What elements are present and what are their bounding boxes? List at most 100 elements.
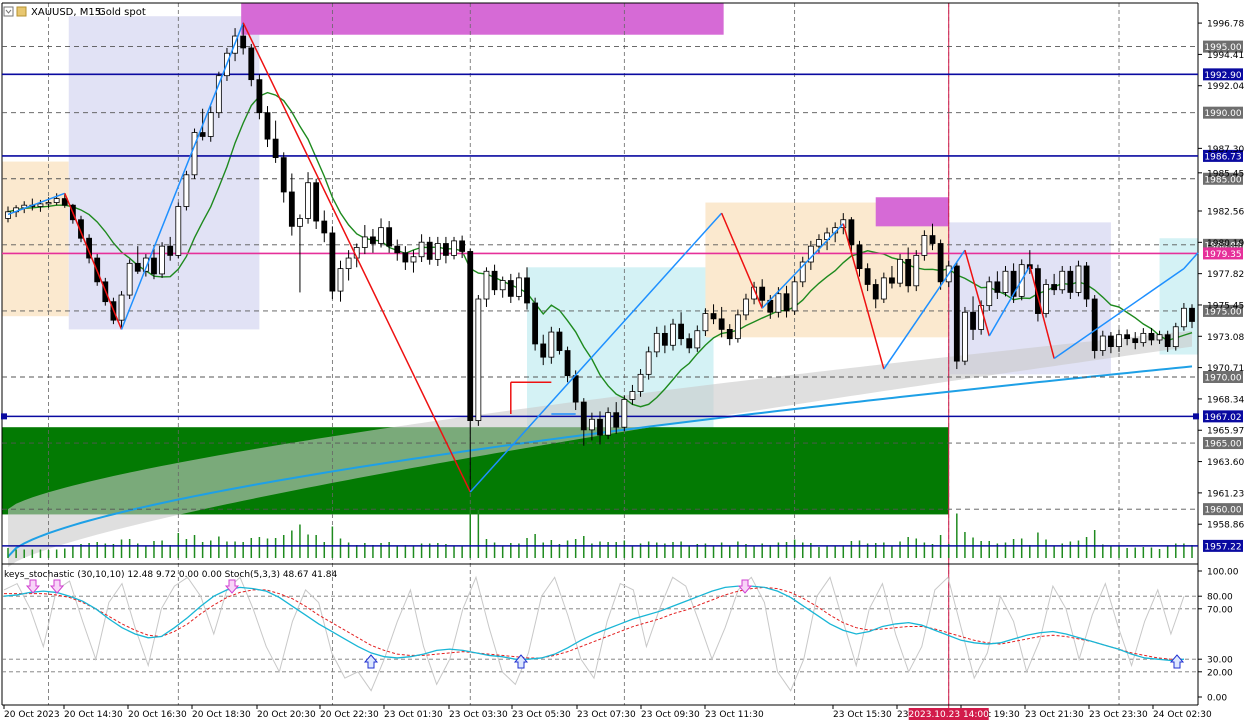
price-level-label: 1992.90 [1204, 71, 1241, 81]
candle-body-bull [775, 293, 782, 313]
candle[interactable] [621, 395, 628, 432]
candle-body-bull [1140, 332, 1147, 344]
price-level-label: 1960.00 [1204, 506, 1241, 516]
candle-body-bear [370, 236, 376, 244]
time-tick-label: 20 Oct 20:30 [257, 710, 316, 720]
candle-body-bull [645, 351, 652, 375]
candle-body-bull [45, 202, 52, 205]
candle[interactable] [329, 226, 336, 300]
candle-body-bear [556, 331, 563, 351]
candle-body-bull [548, 331, 555, 358]
candle[interactable] [248, 43, 255, 87]
candle[interactable] [986, 276, 993, 311]
candle-body-bear [572, 375, 579, 403]
candle-body-bear [402, 252, 409, 263]
candle[interactable] [191, 128, 198, 179]
time-tick-label: 23 Oct 09:30 [641, 710, 700, 720]
candle-body-bull [499, 280, 506, 291]
candle[interactable] [734, 309, 741, 343]
candle-body-bull [337, 268, 344, 292]
candle-body-bear [872, 284, 879, 300]
candle-body-bull [1180, 307, 1187, 328]
candle[interactable] [1172, 322, 1179, 351]
candle-body-bear [564, 350, 571, 377]
candle[interactable] [175, 202, 182, 259]
candle[interactable] [791, 276, 798, 315]
candle[interactable] [532, 297, 539, 351]
candle-body-bull [897, 258, 903, 284]
candle-body-bear [256, 79, 263, 114]
candle[interactable] [313, 178, 320, 229]
candle-body-bear [134, 262, 141, 272]
price-level-label: 1965.00 [1204, 440, 1241, 450]
time-tick-label: 20 Oct 14:30 [64, 710, 123, 720]
candle-body-bear [329, 232, 336, 292]
candle-body-bull [588, 418, 595, 431]
candle[interactable] [556, 328, 563, 355]
candle[interactable] [897, 254, 903, 288]
candle-body-bear [580, 401, 587, 431]
candle-body-bull [921, 235, 928, 256]
candle-body-bear [856, 244, 863, 270]
price-tick-label: 1975.45 [1207, 301, 1244, 311]
candle-body-bear [1051, 284, 1058, 291]
stochastic-tick-label: 30.00 [1207, 656, 1233, 666]
trading-chart[interactable]: 1995.001992.901990.001986.731985.001980.… [0, 0, 1252, 725]
candle[interactable] [1091, 295, 1098, 359]
stochastic-header: keys_stochastic (30,10,10) 12.48 9.72 0.… [4, 570, 337, 580]
crosshair-time-label: 2023.10.23 14:00 [909, 710, 990, 720]
candle-body-bear [321, 220, 328, 234]
time-tick-label: 20 Oct 22:30 [320, 710, 379, 720]
price-tick-label: 1973.08 [1207, 333, 1244, 343]
candle-body-bear [864, 268, 871, 285]
candle-body-bear [661, 332, 668, 346]
level-handle-right[interactable] [1193, 413, 1199, 420]
candle-body-bull [37, 203, 44, 207]
price-tick-label: 1996.78 [1207, 20, 1244, 30]
candle-body-bull [1002, 270, 1009, 293]
candle[interactable] [183, 170, 190, 211]
candle-body-bull [913, 255, 920, 287]
candle-body-bear [272, 138, 279, 159]
candle-body-bull [378, 227, 384, 244]
candle-body-bear [313, 182, 320, 222]
candle-body-bull [434, 243, 441, 260]
candle-body-bear [459, 240, 466, 252]
price-tick-label: 1992.04 [1207, 82, 1244, 92]
candle[interactable] [1075, 260, 1082, 297]
candle-body-bull [483, 270, 490, 300]
candle[interactable] [159, 242, 165, 278]
candle[interactable] [645, 346, 652, 380]
price-tick-label: 1968.34 [1207, 395, 1244, 405]
level-handle-left[interactable] [1, 413, 7, 420]
candle-body-bear [597, 418, 603, 436]
candle[interactable] [1043, 279, 1049, 318]
candle-body-bear [970, 311, 976, 330]
candle-body-bear [613, 412, 620, 428]
price-level-label: 1957.22 [1204, 542, 1241, 552]
price-level-label: 1970.00 [1204, 373, 1241, 383]
candle-body-bull [880, 277, 887, 300]
candle[interactable] [913, 250, 920, 292]
candle-body-bear [726, 329, 733, 340]
candle-body-bull [1059, 270, 1066, 291]
candle-body-bull [629, 391, 636, 400]
candle[interactable] [126, 259, 133, 300]
candle[interactable] [953, 262, 960, 370]
candle-body-bear [953, 265, 960, 362]
price-tick-label: 1977.82 [1207, 270, 1244, 280]
candle-body-bear [248, 47, 255, 81]
candle[interactable] [475, 295, 482, 426]
candle-body-bear [426, 241, 433, 260]
candle-body-bull [1043, 284, 1049, 314]
candle-body-bear [394, 245, 401, 254]
candle-body-bear [1108, 335, 1114, 347]
candle-body-bull [159, 245, 165, 275]
zone-orange [2, 161, 69, 317]
candle-body-bull [345, 257, 352, 270]
candle[interactable] [962, 306, 968, 366]
price-tick-label: 1963.60 [1207, 458, 1244, 468]
candle-body-bear [443, 243, 449, 256]
candle-body-bull [1156, 334, 1163, 341]
candle[interactable] [256, 74, 263, 120]
